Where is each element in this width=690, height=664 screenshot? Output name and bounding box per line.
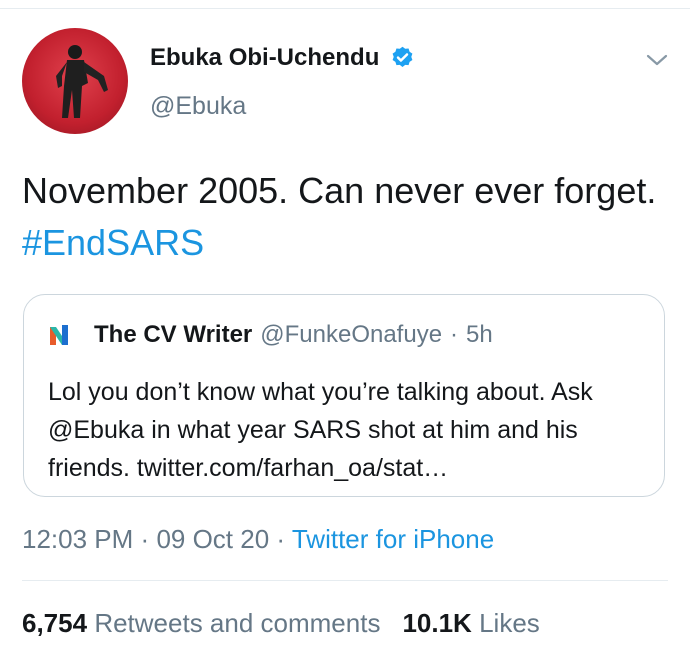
tweet-source-link[interactable]: Twitter for iPhone <box>292 524 494 554</box>
chevron-down-icon[interactable] <box>645 50 669 70</box>
tweet-stats: 6,754 Retweets and comments 10.1K Likes <box>22 608 540 639</box>
hashtag-link[interactable]: #EndSARS <box>22 222 204 263</box>
tweet-time: 12:03 PM <box>22 524 134 554</box>
tweet-date: 09 Oct 20 <box>156 524 270 554</box>
quoted-tweet-header: The CV Writer @FunkeOnafuye · 5h <box>94 321 493 349</box>
top-divider <box>0 8 690 9</box>
retweets-stat[interactable]: 6,754 Retweets and comments <box>22 608 380 638</box>
quoted-tweet-age: 5h <box>466 321 493 348</box>
author-name-text[interactable]: Ebuka Obi-Uchendu <box>150 44 379 72</box>
quoted-author-name[interactable]: The CV Writer <box>94 321 252 349</box>
avatar-figure <box>56 45 108 118</box>
tweet-text: November 2005. Can never ever forget. #E… <box>22 165 662 269</box>
quoted-author-handle[interactable]: @FunkeOnafuye <box>260 321 442 349</box>
avatar[interactable] <box>22 28 128 134</box>
likes-count: 10.1K <box>402 608 472 638</box>
quoted-author-logo-icon <box>50 325 68 345</box>
meta-separator-2: · <box>276 524 286 554</box>
quoted-separator: · <box>450 321 459 348</box>
tweet-body: November 2005. Can never ever forget. <box>22 170 657 211</box>
author-name[interactable]: Ebuka Obi-Uchendu <box>150 44 416 72</box>
verified-badge-icon <box>392 46 413 67</box>
author-handle[interactable]: @Ebuka <box>150 92 246 121</box>
quoted-tweet-card[interactable]: The CV Writer @FunkeOnafuye · 5h Lol you… <box>23 294 665 497</box>
likes-stat[interactable]: 10.1K Likes <box>402 608 539 638</box>
likes-label: Likes <box>479 608 540 638</box>
tweet-meta: 12:03 PM · 09 Oct 20 · Twitter for iPhon… <box>22 524 494 555</box>
meta-separator-1: · <box>140 524 150 554</box>
quoted-tweet-text: Lol you don’t know what you’re talking a… <box>48 378 593 482</box>
stats-divider <box>22 580 668 581</box>
retweets-label: Retweets and comments <box>94 608 381 638</box>
retweets-count: 6,754 <box>22 608 88 638</box>
